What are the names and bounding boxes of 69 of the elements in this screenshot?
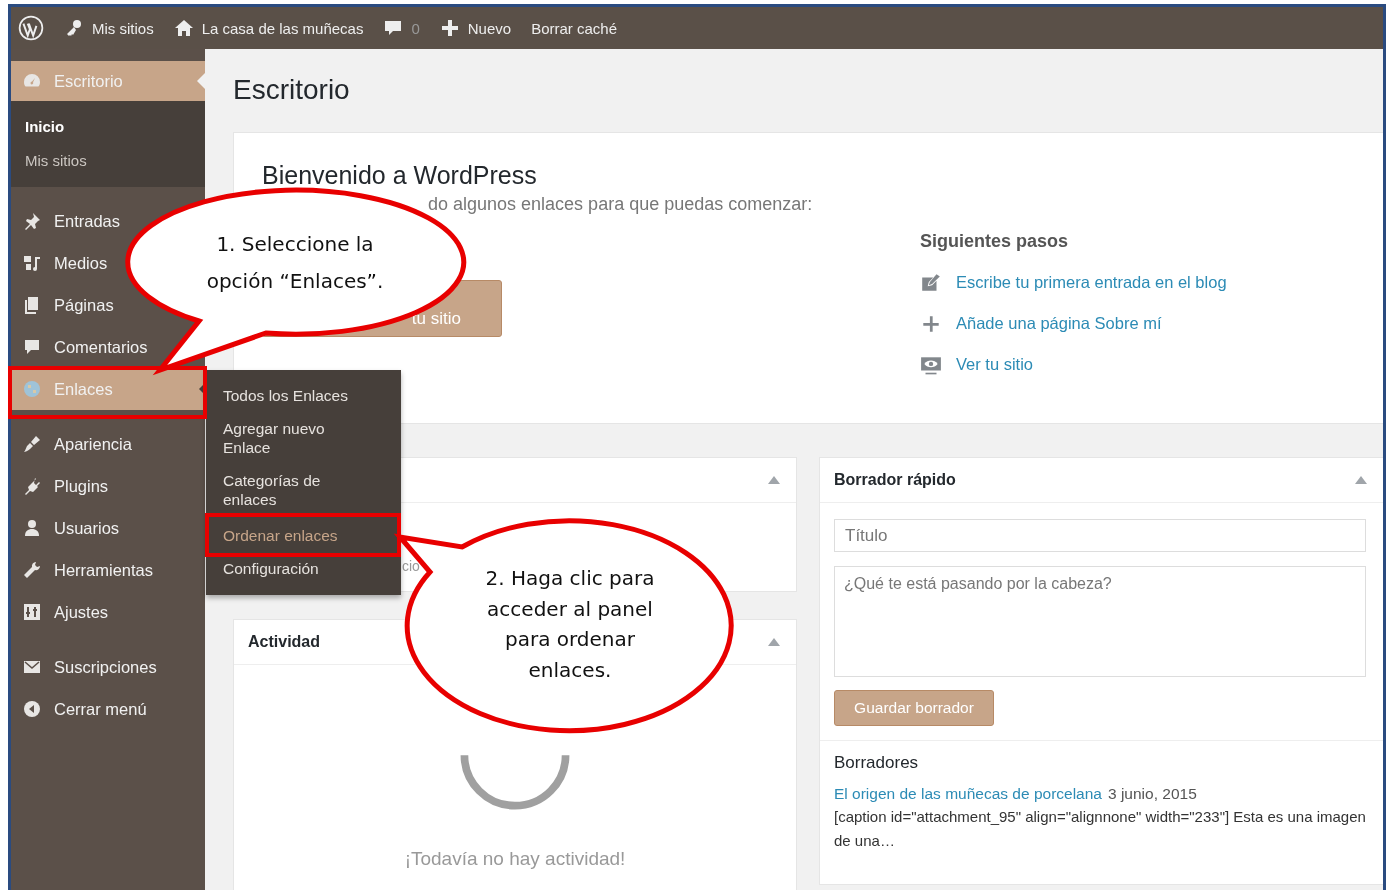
- callout-text: 1. Seleccione la opción “Enlaces”.: [205, 231, 385, 295]
- paintbrush-icon: [22, 434, 42, 454]
- next-steps-heading: Siguientes pasos: [920, 231, 1070, 252]
- widget-title: Actividad: [248, 633, 320, 651]
- menu-item[interactable]: Herramientas: [11, 549, 158, 591]
- next-step-link[interactable]: Escribe tu primera entrada en el blog: [956, 273, 1227, 292]
- menu-item[interactable]: Entradas: [11, 200, 125, 242]
- title-field[interactable]: Título: [834, 519, 1366, 552]
- draft-link[interactable]: El origen de las muñecas de porcelana: [834, 785, 1102, 803]
- menu-item-label: Entradas: [54, 211, 121, 231]
- toolbar-link[interactable]: La casa de las muñecas: [173, 18, 364, 38]
- menu-item-label: Medios: [54, 253, 108, 273]
- flyout-item[interactable]: Ordenar enlaces: [223, 526, 338, 545]
- toolbar-link[interactable]: Borrar caché: [531, 19, 617, 37]
- widget-text: cio: [402, 558, 420, 574]
- flyout-item[interactable]: Configuración: [223, 559, 319, 578]
- menu-item-label: Plugins: [54, 476, 109, 496]
- menu-item-label: Enlaces: [54, 379, 113, 399]
- draft-excerpt: [caption id="attachment_95" align="alignnone" width="233"] Esta es una imagen de una…: [834, 807, 1366, 851]
- draft-date: 3 junio, 2015: [1108, 785, 1197, 803]
- logo-icon[interactable]: [18, 15, 44, 41]
- menu-item-label: Usuarios: [54, 518, 120, 538]
- person-icon: [22, 518, 42, 538]
- next-step-link[interactable]: Añade una página Sobre mí: [956, 314, 1162, 333]
- speech-bubble-icon: [22, 337, 42, 357]
- next-step-link[interactable]: Ver tu sitio: [956, 355, 1034, 374]
- drafts-heading: Borradores: [834, 753, 920, 773]
- plus-icon: [439, 18, 460, 38]
- collapse-toggle-icon[interactable]: [768, 638, 780, 646]
- welcome-subtitle: do algunos enlaces para que puedas comenzar:: [428, 193, 814, 216]
- menu-item[interactable]: Páginas: [11, 284, 118, 326]
- speech-bubble-icon: [383, 18, 404, 38]
- toolbar-link[interactable]: Nuevo: [439, 18, 512, 38]
- menu-item[interactable]: Apariencia: [11, 423, 136, 465]
- toolbar-link[interactable]: Mis sitios: [64, 18, 154, 38]
- menu-item-label: Suscripciones: [54, 657, 157, 677]
- submenu-item[interactable]: Mis sitios: [11, 144, 205, 178]
- media-icon: [22, 253, 42, 273]
- menu-item-label: Comentarios: [54, 337, 148, 357]
- menu-item-label: Páginas: [54, 295, 114, 315]
- menu-item[interactable]: Ajustes: [11, 591, 113, 633]
- empty-state-text: ¡Todavía no hay actividad!: [404, 848, 626, 870]
- collapse-toggle-icon[interactable]: [768, 476, 780, 484]
- menu-item-label: Escritorio: [54, 71, 123, 91]
- menu-item[interactable]: Usuarios: [11, 507, 124, 549]
- welcome-title: Bienvenido a WordPress: [262, 160, 538, 191]
- menu-item-label: Cerrar menú: [54, 699, 147, 719]
- house-icon: [173, 18, 194, 38]
- collapse-toggle-icon[interactable]: [1355, 476, 1367, 484]
- menu-item-label: Apariencia: [54, 434, 132, 454]
- menu-item-label: Ajustes: [54, 602, 109, 622]
- callout-text: 2. Haga clic para acceder al panel para ordenar enlaces.: [484, 565, 656, 684]
- menu-item[interactable]: Comentarios: [11, 326, 152, 368]
- widget-title: Borrador rápido: [834, 471, 956, 489]
- menu-item-label: Herramientas: [54, 560, 154, 580]
- globe-icon: [22, 379, 42, 399]
- menu-item[interactable]: Cerrar menú: [11, 688, 151, 730]
- menu-item[interactable]: Suscripciones: [11, 646, 161, 688]
- submenu-item[interactable]: Inicio: [11, 110, 205, 144]
- flyout-item[interactable]: Agregar nuevo Enlace: [223, 419, 348, 457]
- menu-item[interactable]: Medios: [11, 242, 112, 284]
- sliders-icon: [22, 602, 42, 622]
- menu-item[interactable]: Plugins: [11, 465, 113, 507]
- wrench-icon: [22, 560, 42, 580]
- content-field[interactable]: ¿Qué te está pasando por la cabeza?: [834, 566, 1366, 677]
- flyout-item[interactable]: Categorías de enlaces: [223, 471, 348, 509]
- flyout-item[interactable]: Todos los Enlaces: [223, 386, 348, 405]
- page-title: Escritorio: [233, 73, 351, 107]
- edit-icon: [920, 271, 942, 294]
